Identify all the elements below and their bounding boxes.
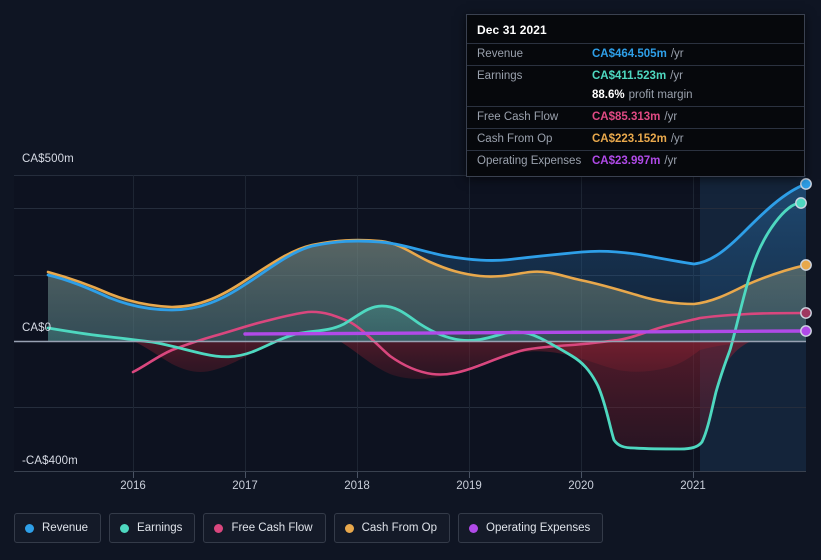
tooltip-value-freecashflow: CA$85.313m [592, 111, 661, 123]
tooltip-label-earnings: Earnings [477, 70, 523, 82]
endpoint-marker-cashfromop[interactable] [800, 259, 812, 271]
tooltip-unit-freecashflow: /yr [664, 111, 678, 123]
series-dot-icon-revenue [25, 523, 34, 533]
x-axis-labels: 2016 2017 2018 2019 2020 2021 [0, 480, 821, 500]
tooltip-text-profit-margin: profit margin [628, 89, 693, 101]
y-axis-label-zero: CA$0 [22, 322, 52, 334]
tooltip-unit-operatingexpenses: /yr [664, 155, 678, 167]
y-axis-label-bottom: -CA$400m [22, 455, 78, 467]
chart-tooltip: Dec 31 2021 Revenue CA$464.505m /yr Earn… [466, 14, 805, 177]
legend-label-revenue: Revenue [42, 522, 89, 534]
tooltip-date: Dec 31 2021 [477, 23, 547, 37]
tooltip-label-revenue: Revenue [477, 48, 524, 60]
y-axis-label-top: CA$500m [22, 153, 74, 165]
tooltip-row-revenue: Revenue CA$464.505m /yr [467, 43, 804, 65]
financial-chart-page: CA$500m CA$0 -CA$400m 2016 2017 2018 201… [0, 0, 821, 560]
endpoint-marker-earnings[interactable] [795, 197, 807, 209]
tooltip-value-profit-margin: 88.6% [592, 89, 625, 101]
endpoint-marker-freecashflow[interactable] [800, 307, 812, 319]
x-axis-label-2017: 2017 [232, 480, 258, 492]
series-dot-icon-operatingexpenses [469, 523, 479, 533]
tooltip-row-profit-margin: 88.6% profit margin [467, 87, 804, 106]
tooltip-value-cashfromop: CA$223.152m [592, 133, 667, 145]
legend-item-cashfromop[interactable]: Cash From Op [333, 513, 451, 543]
tooltip-value-earnings: CA$411.523m [592, 70, 667, 82]
x-axis-label-2021: 2021 [680, 480, 706, 492]
tooltip-row-freecashflow: Free Cash Flow CA$85.313m /yr [467, 106, 804, 128]
tooltip-unit-earnings: /yr [670, 70, 683, 82]
legend-item-revenue[interactable]: Revenue [14, 513, 102, 543]
tooltip-unit-revenue: /yr [670, 48, 684, 60]
tooltip-value-revenue: CA$464.505m [592, 48, 667, 60]
endpoint-marker-revenue[interactable] [800, 178, 812, 190]
tooltip-row-cashfromop: Cash From Op CA$223.152m /yr [467, 128, 804, 150]
tooltip-label-operatingexpenses: Operating Expenses [477, 155, 582, 167]
x-axis-label-2018: 2018 [344, 480, 370, 492]
chart-legend: Revenue Earnings Free Cash Flow Cash Fro… [14, 513, 604, 543]
x-axis-label-2020: 2020 [568, 480, 594, 492]
legend-label-cashfromop: Cash From Op [361, 522, 438, 534]
tooltip-row-operatingexpenses: Operating Expenses CA$23.997m /yr [467, 150, 804, 172]
series-dot-icon-earnings [120, 523, 130, 533]
tooltip-label-cashfromop: Cash From Op [477, 133, 553, 145]
x-axis-label-2016: 2016 [120, 480, 146, 492]
series-dot-icon-freecashflow [214, 523, 224, 533]
tooltip-value-operatingexpenses: CA$23.997m [592, 155, 661, 167]
legend-item-operatingexpenses[interactable]: Operating Expenses [458, 513, 604, 543]
tooltip-label-freecashflow: Free Cash Flow [477, 111, 559, 123]
legend-item-earnings[interactable]: Earnings [109, 513, 196, 543]
tooltip-unit-cashfromop: /yr [670, 133, 684, 145]
series-dot-icon-cashfromop [344, 523, 354, 533]
x-axis-label-2019: 2019 [456, 480, 482, 492]
endpoint-marker-operatingexpenses[interactable] [800, 325, 812, 337]
tooltip-row-earnings: Earnings CA$411.523m /yr [467, 65, 804, 87]
legend-label-freecashflow: Free Cash Flow [231, 522, 313, 534]
legend-item-freecashflow[interactable]: Free Cash Flow [203, 513, 326, 543]
legend-label-operatingexpenses: Operating Expenses [486, 522, 591, 534]
legend-label-earnings: Earnings [137, 522, 183, 534]
